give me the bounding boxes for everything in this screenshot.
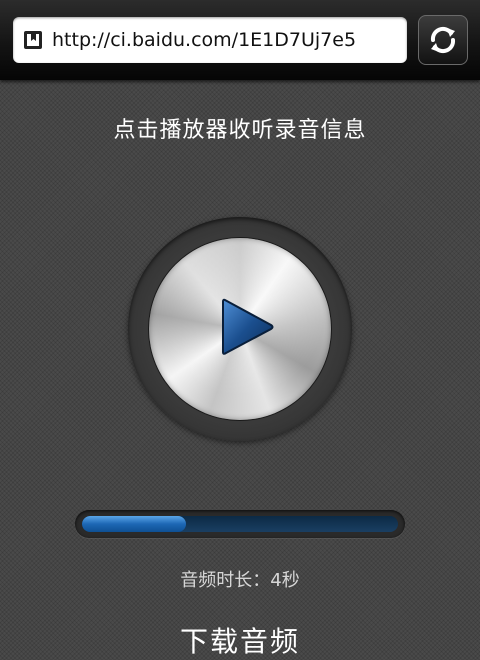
url-field[interactable]: http://ci.baidu.com/1E1D7Uj7e5 (13, 17, 407, 63)
refresh-button[interactable] (418, 15, 468, 65)
download-audio-link[interactable]: 下载音频 (0, 620, 480, 660)
progress-fill (82, 516, 187, 532)
play-button[interactable] (149, 238, 331, 420)
refresh-icon (430, 26, 456, 54)
url-text: http://ci.baidu.com/1E1D7Uj7e5 (52, 29, 357, 51)
bookmark-page-icon (22, 29, 44, 51)
listen-prompt: 点击播放器收听录音信息 (113, 118, 367, 143)
play-icon (222, 298, 274, 355)
audio-progress-bar[interactable] (75, 510, 405, 538)
progress-inner-track (82, 516, 398, 532)
browser-address-bar: http://ci.baidu.com/1E1D7Uj7e5 (0, 0, 480, 80)
audio-duration: 音频时长：4秒 (180, 570, 300, 591)
